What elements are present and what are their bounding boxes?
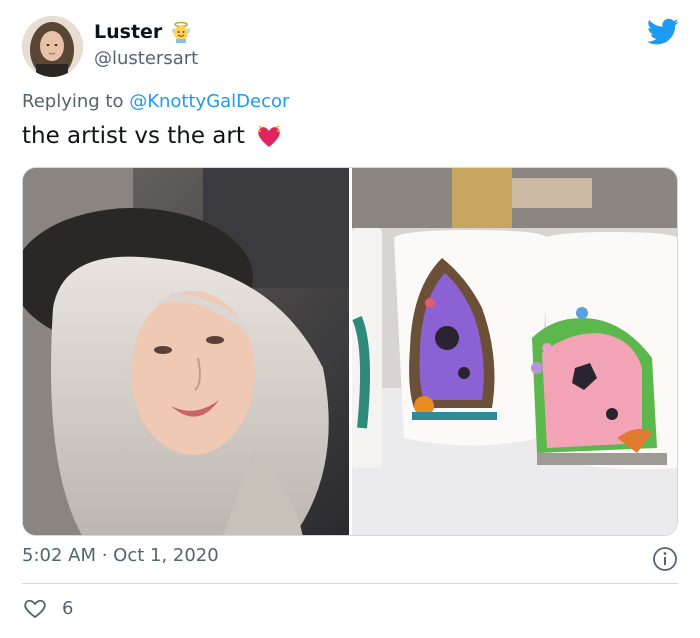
tweet-text: the artist vs the art [22, 122, 283, 150]
divider [22, 583, 678, 584]
like-action[interactable]: 6 [22, 595, 73, 621]
heart-emoji-icon [255, 122, 283, 150]
tweet-media[interactable] [22, 167, 678, 536]
info-icon[interactable] [652, 546, 678, 572]
avatar[interactable] [22, 16, 83, 77]
replying-to-prefix: Replying to [22, 91, 130, 112]
tweet-body: the artist vs the art [22, 123, 245, 149]
reply-mention-link[interactable]: @KnottyGalDecor [129, 91, 289, 112]
display-name[interactable]: Luster [94, 21, 162, 43]
heart-outline-icon[interactable] [22, 595, 48, 621]
angel-emoji-icon [170, 21, 192, 43]
author-handle[interactable]: @lustersart [94, 48, 198, 69]
tweet-timestamp[interactable]: 5:02 AM · Oct 1, 2020 [22, 545, 219, 566]
like-count: 6 [62, 597, 74, 619]
twitter-bird-icon[interactable] [647, 18, 679, 46]
fairy-door-mugs-photo[interactable] [352, 168, 677, 535]
replying-to: Replying to @KnottyGalDecor [22, 91, 289, 112]
selfie-photo[interactable] [23, 168, 349, 535]
